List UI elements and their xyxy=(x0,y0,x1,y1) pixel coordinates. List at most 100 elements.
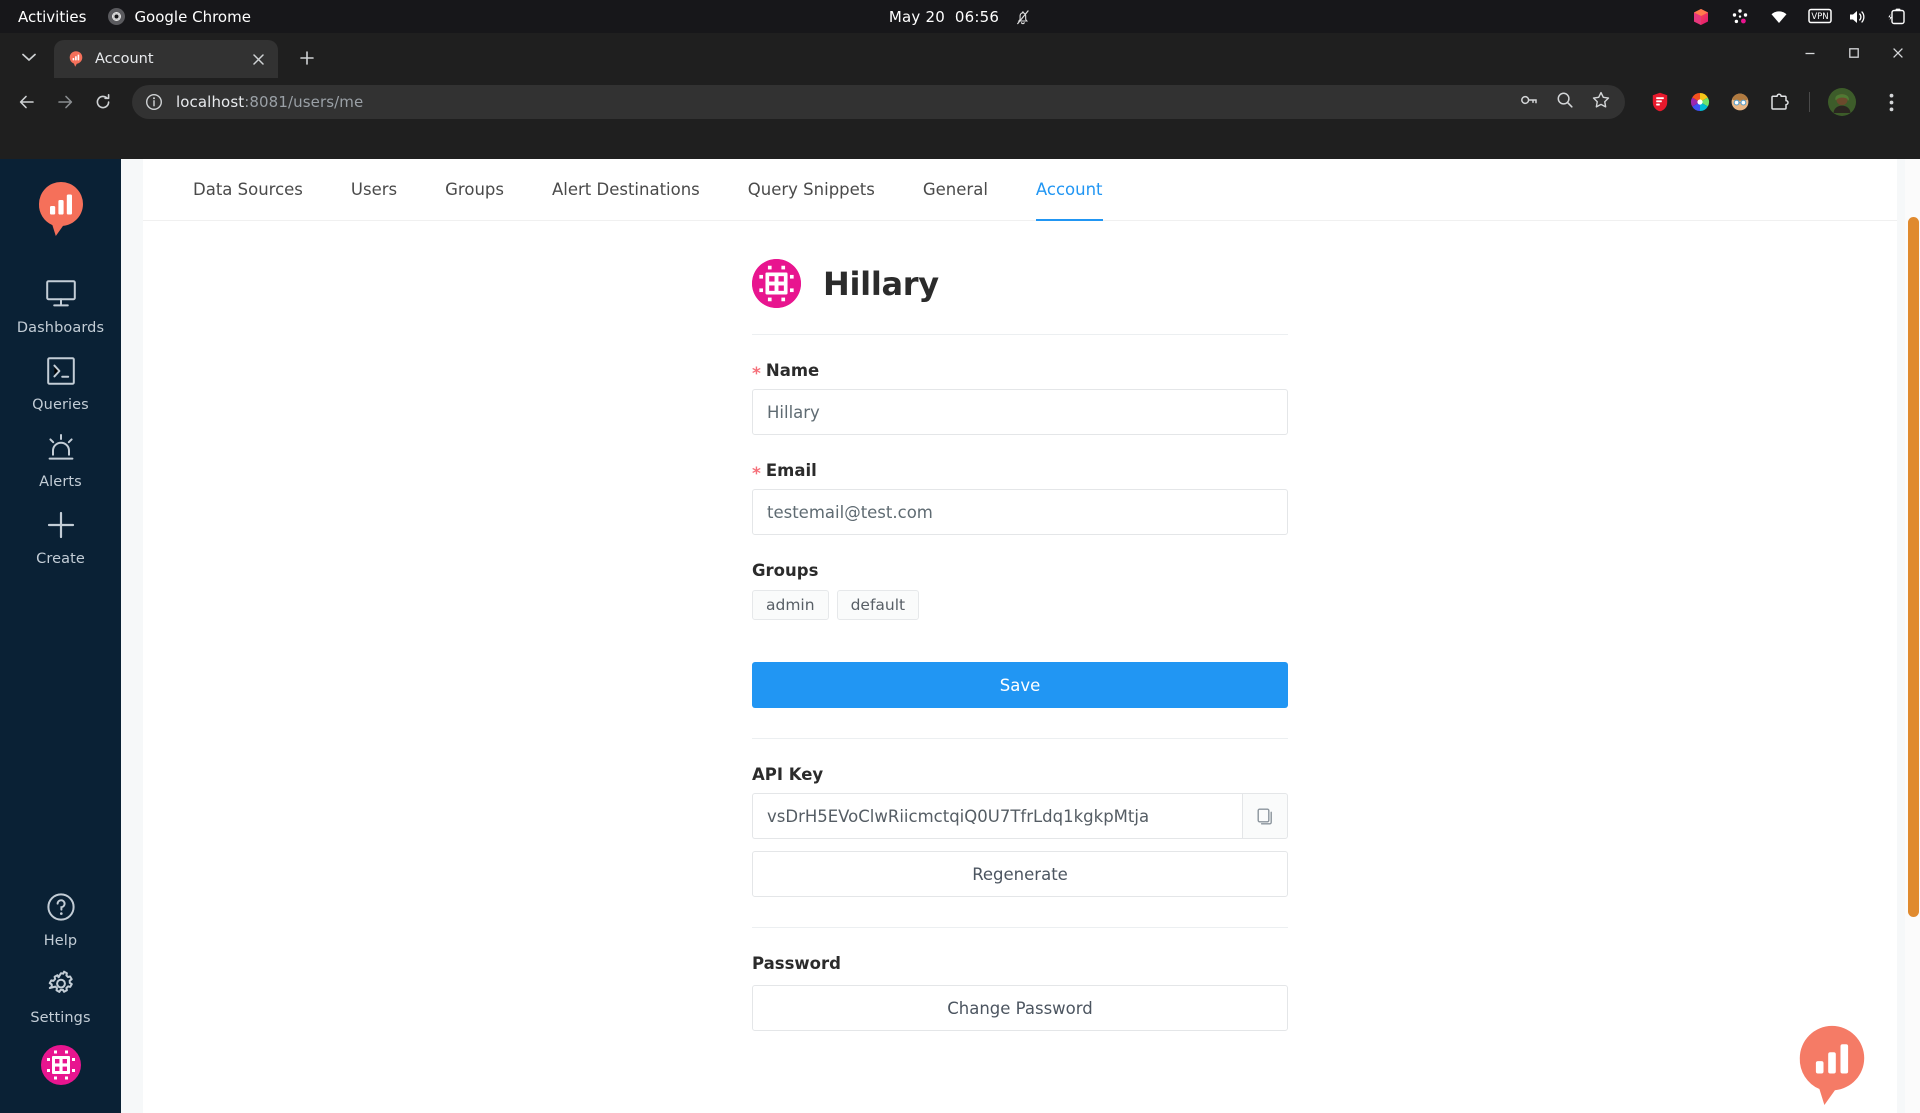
redash-watermark-logo xyxy=(1791,1023,1873,1105)
search-zoom-icon[interactable] xyxy=(1555,90,1575,114)
api-section-divider xyxy=(752,738,1288,739)
active-app-indicator[interactable]: Google Chrome xyxy=(108,8,251,26)
url-path: :8081/users/me xyxy=(244,93,363,111)
tab-users[interactable]: Users xyxy=(327,159,421,220)
gnome-top-bar: Activities Google Chrome May 20 06:56 VP… xyxy=(0,0,1920,33)
copy-icon[interactable] xyxy=(1242,793,1288,839)
url-text: localhost:8081/users/me xyxy=(176,93,1519,111)
tab-account[interactable]: Account xyxy=(1012,159,1127,220)
tab-query-snippets[interactable]: Query Snippets xyxy=(724,159,899,220)
sidebar-label-help: Help xyxy=(44,933,77,949)
chrome-menu-icon[interactable] xyxy=(1874,85,1908,119)
redash-favicon xyxy=(67,50,85,68)
password-section-divider xyxy=(752,927,1288,928)
api-key-label-text: API Key xyxy=(752,765,823,784)
tab-search-button[interactable] xyxy=(10,42,48,72)
toolbar-divider xyxy=(1809,92,1810,112)
sidebar-item-help[interactable]: Help xyxy=(0,881,121,958)
api-key-input[interactable]: vsDrH5EVoClwRiicmctqiQ0U7TfrLdq1kgkpMtja xyxy=(752,793,1242,839)
account-form: Hillary * Name Hillary * Email testemail… xyxy=(752,221,1288,1031)
header-divider xyxy=(752,334,1288,335)
email-input[interactable]: testemail@test.com xyxy=(752,489,1288,535)
terminal-icon xyxy=(46,356,76,390)
required-marker: * xyxy=(752,366,761,383)
name-input[interactable]: Hillary xyxy=(752,389,1288,435)
regenerate-button[interactable]: Regenerate xyxy=(752,851,1288,897)
tab-groups[interactable]: Groups xyxy=(421,159,528,220)
address-bar[interactable]: localhost:8081/users/me xyxy=(132,85,1625,119)
group-tag[interactable]: default xyxy=(837,590,920,620)
tab-close-icon[interactable] xyxy=(248,49,268,69)
save-button[interactable]: Save xyxy=(752,662,1288,708)
network-indicator-icon[interactable] xyxy=(1730,7,1750,27)
app-indicator-icon[interactable] xyxy=(1691,7,1711,27)
sidebar-item-settings[interactable]: Settings xyxy=(0,958,121,1035)
sidebar-label-queries: Queries xyxy=(32,397,89,413)
forward-icon[interactable] xyxy=(48,85,82,119)
password-label: Password xyxy=(752,954,1288,973)
tab-title: Account xyxy=(95,51,238,67)
sidebar-item-queries[interactable]: Queries xyxy=(0,345,121,422)
name-field-label: * Name xyxy=(752,361,1288,380)
wifi-icon[interactable] xyxy=(1769,7,1789,27)
sidebar-user-avatar[interactable] xyxy=(41,1045,81,1089)
name-label-text: Name xyxy=(766,361,819,380)
battery-charging-icon[interactable] xyxy=(1886,7,1906,27)
window-maximize-button[interactable] xyxy=(1832,34,1876,72)
group-tag[interactable]: admin xyxy=(752,590,829,620)
page-title: Hillary xyxy=(823,265,939,303)
page-scrollbar[interactable] xyxy=(1905,159,1920,1113)
redash-logo[interactable] xyxy=(37,180,85,240)
color-wheel-extension-icon[interactable] xyxy=(1689,91,1711,113)
chrome-app-icon xyxy=(108,8,125,25)
volume-icon[interactable] xyxy=(1847,7,1867,27)
window-close-button[interactable] xyxy=(1876,34,1920,72)
sidebar-item-create[interactable]: Create xyxy=(0,499,121,576)
omnibox-actions xyxy=(1519,90,1617,114)
browser-toolbar: localhost:8081/users/me xyxy=(0,78,1920,126)
extensions-row xyxy=(1637,85,1908,119)
page-viewport: Dashboards Queries Alerts Create xyxy=(0,159,1920,1113)
clock-label: May 20 06:56 xyxy=(889,8,999,26)
required-marker: * xyxy=(752,466,761,483)
bookmark-star-icon[interactable] xyxy=(1591,90,1611,114)
user-gravatar xyxy=(752,259,801,308)
api-key-label: API Key xyxy=(752,765,1288,784)
notifications-muted-icon xyxy=(1015,8,1031,26)
tab-general[interactable]: General xyxy=(899,159,1012,220)
reload-icon[interactable] xyxy=(86,85,120,119)
sidebar-label-create: Create xyxy=(36,551,85,567)
spacer xyxy=(752,897,1288,927)
face-glasses-extension-icon[interactable] xyxy=(1729,91,1751,113)
puzzle-extensions-icon[interactable] xyxy=(1769,91,1791,113)
back-icon[interactable] xyxy=(10,85,44,119)
system-tray[interactable]: VPN xyxy=(1691,0,1906,33)
new-tab-button[interactable] xyxy=(290,41,324,75)
settings-tabs: Data Sources Users Groups Alert Destinat… xyxy=(143,159,1897,221)
clock-area[interactable]: May 20 06:56 xyxy=(889,8,1031,26)
scrollbar-thumb[interactable] xyxy=(1908,217,1919,917)
sidebar-label-dashboards: Dashboards xyxy=(17,320,104,336)
activities-button[interactable]: Activities xyxy=(18,8,86,26)
profile-avatar[interactable] xyxy=(1828,88,1856,116)
active-app-label: Google Chrome xyxy=(134,8,251,26)
change-password-button[interactable]: Change Password xyxy=(752,985,1288,1031)
svg-text:VPN: VPN xyxy=(1811,12,1828,22)
red-shield-extension-icon[interactable] xyxy=(1649,91,1671,113)
tab-alert-destinations[interactable]: Alert Destinations xyxy=(528,159,724,220)
question-circle-icon xyxy=(45,892,77,926)
tab-data-sources[interactable]: Data Sources xyxy=(169,159,327,220)
window-controls xyxy=(1788,33,1920,73)
url-host: localhost xyxy=(176,93,244,111)
site-info-icon[interactable] xyxy=(144,92,164,112)
app-sidebar: Dashboards Queries Alerts Create xyxy=(0,159,121,1113)
monitor-icon xyxy=(45,279,77,313)
browser-tab[interactable]: Account xyxy=(54,40,278,78)
window-minimize-button[interactable] xyxy=(1788,34,1832,72)
tab-strip: Account xyxy=(0,33,1920,78)
sidebar-item-alerts[interactable]: Alerts xyxy=(0,422,121,499)
password-key-icon[interactable] xyxy=(1519,90,1539,114)
sidebar-item-dashboards[interactable]: Dashboards xyxy=(0,268,121,345)
groups-label-text: Groups xyxy=(752,561,818,580)
vpn-icon[interactable]: VPN xyxy=(1808,7,1828,27)
